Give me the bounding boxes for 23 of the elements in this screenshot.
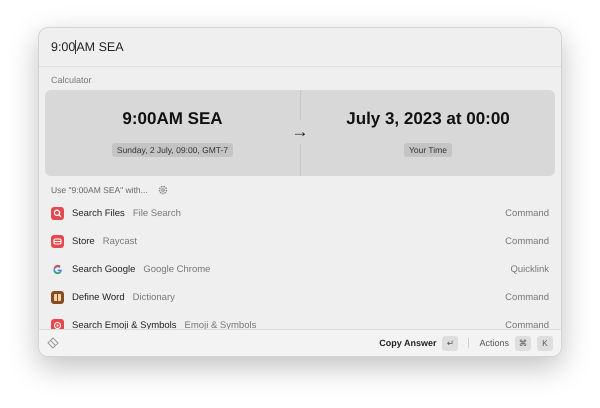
book-icon [51, 290, 64, 304]
diamond-logo-icon [47, 337, 59, 349]
key-hint: ⌘ [515, 336, 531, 350]
converted-detail: Your Time [404, 143, 452, 157]
settings-icon[interactable] [158, 185, 168, 195]
result-row[interactable]: Store Raycast Command [45, 227, 555, 255]
key-hint: K [537, 336, 553, 350]
search-field[interactable]: 9:00AM SEA [39, 28, 561, 67]
text-cursor [75, 40, 76, 54]
converted-time: July 3, 2023 at 00:00 [346, 109, 510, 129]
section-label: Use "9:00AM SEA" with... [51, 185, 148, 195]
source-time: 9:00AM SEA [122, 109, 223, 129]
actions-button[interactable]: Actions [479, 338, 509, 348]
source-detail: Sunday, 2 July, 09:00, GMT-7 [112, 143, 234, 157]
google-logo-icon [51, 262, 64, 276]
result-row[interactable]: Define Word Dictionary Command [45, 283, 555, 311]
result-row[interactable]: Search Google Google Chrome Quicklink [45, 255, 555, 283]
magnifier-icon [51, 206, 64, 220]
copy-answer-button[interactable]: Copy Answer [379, 338, 436, 348]
store-icon [51, 234, 64, 248]
section-label: Calculator [50, 74, 93, 87]
result-row[interactable]: Search Files File Search Command [45, 199, 555, 227]
key-hint: ↵ [442, 336, 458, 350]
